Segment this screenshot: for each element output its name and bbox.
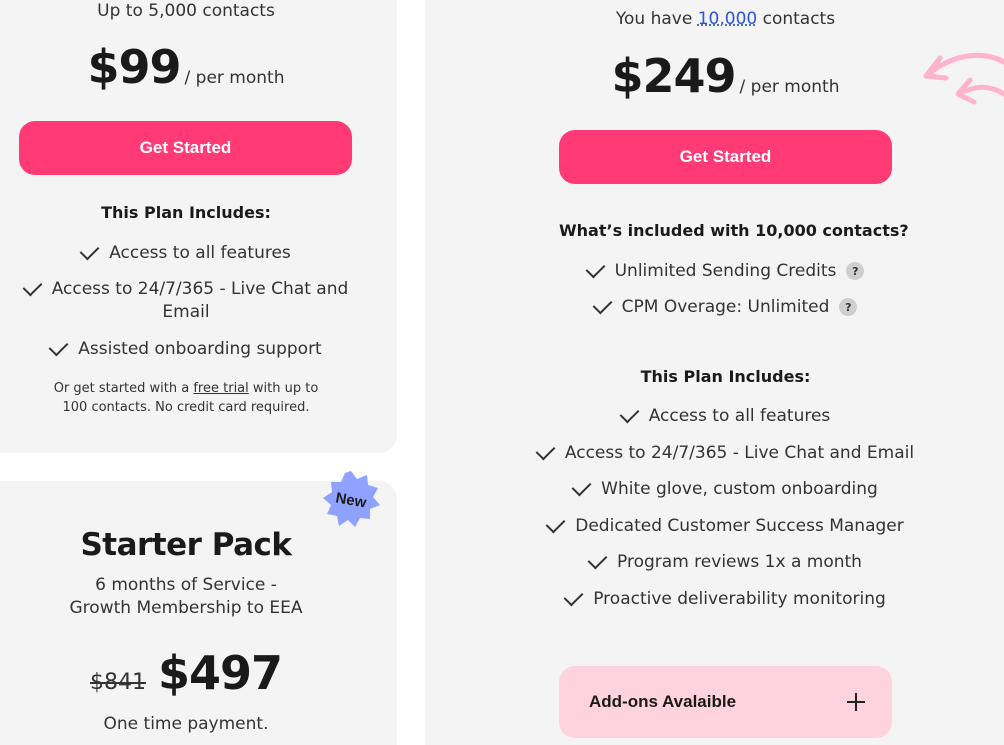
free-trial-note: Or get started with a free trial with up… xyxy=(53,381,319,396)
feature-item: Program reviews 1x a month xyxy=(525,549,926,572)
check-icon xyxy=(545,513,566,533)
starter-price: $497 xyxy=(157,646,283,700)
feature-item: Access to all features xyxy=(0,240,372,263)
feature-item: Access to all features xyxy=(525,403,926,426)
feature-item: Proactive deliverability monitoring xyxy=(525,586,926,609)
feature-item: White glove, custom onboarding xyxy=(525,476,926,499)
price-row: $249 / per month xyxy=(559,49,892,103)
get-started-button[interactable]: Get Started xyxy=(559,130,892,184)
contacts-line: You have 10,000 contacts xyxy=(615,9,836,29)
check-icon xyxy=(571,476,592,496)
check-icon xyxy=(563,586,584,606)
check-icon xyxy=(587,549,608,569)
feature-item-continued: Email xyxy=(162,302,210,322)
price-period: / per month xyxy=(184,68,285,88)
feature-item: Access to 24/7/365 - Live Chat and Email xyxy=(525,440,926,463)
get-started-button[interactable]: Get Started xyxy=(19,121,352,175)
price-row: $99 / per month xyxy=(0,40,372,94)
contacts-count-link[interactable]: 10,000 xyxy=(698,9,757,29)
payment-note: One time payment. xyxy=(103,714,269,734)
check-icon xyxy=(79,240,100,260)
free-trial-link[interactable]: free trial xyxy=(193,381,248,396)
feature-item: Access to 24/7/365 - Live Chat and xyxy=(0,276,372,299)
check-icon xyxy=(22,276,43,296)
old-price: $841 xyxy=(89,670,146,695)
plan-contacts-text: Up to 5,000 contacts xyxy=(97,1,275,21)
help-icon[interactable]: ? xyxy=(839,298,858,316)
help-icon[interactable]: ? xyxy=(846,262,865,280)
feature-item: Dedicated Customer Success Manager xyxy=(525,513,926,536)
included-item: CPM Overage: Unlimited ? xyxy=(559,294,892,317)
check-icon xyxy=(592,294,613,314)
starter-price-row: $841 $497 xyxy=(0,646,372,700)
plan-price: $249 xyxy=(611,49,737,103)
check-icon xyxy=(535,440,556,460)
starter-pack-desc: 6 months of Service - xyxy=(95,575,277,595)
check-icon xyxy=(619,403,640,423)
addons-accordion[interactable]: Add-ons Avalaible xyxy=(559,666,892,738)
addons-label: Add-ons Avalaible xyxy=(589,692,737,711)
starter-pack-title: Starter Pack xyxy=(80,527,292,563)
plan-price: $99 xyxy=(87,40,182,94)
included-heading: What’s included with 10,000 contacts? xyxy=(559,221,909,240)
arrow-icon xyxy=(923,52,1004,105)
feature-item: Assisted onboarding support xyxy=(0,336,372,359)
check-icon xyxy=(48,336,69,356)
price-period: / per month xyxy=(739,77,840,97)
free-trial-note-line2: 100 contacts. No credit card required. xyxy=(62,400,310,415)
new-badge-label: New xyxy=(334,488,368,512)
new-badge-icon: New xyxy=(322,471,380,529)
check-icon xyxy=(585,258,606,278)
included-item: Unlimited Sending Credits ? xyxy=(559,258,892,281)
plus-icon xyxy=(847,693,865,711)
includes-heading: This Plan Includes: xyxy=(101,203,271,222)
includes-heading: This Plan Includes: xyxy=(640,367,811,386)
starter-pack-desc-line2: Growth Membership to EEA xyxy=(69,598,303,618)
